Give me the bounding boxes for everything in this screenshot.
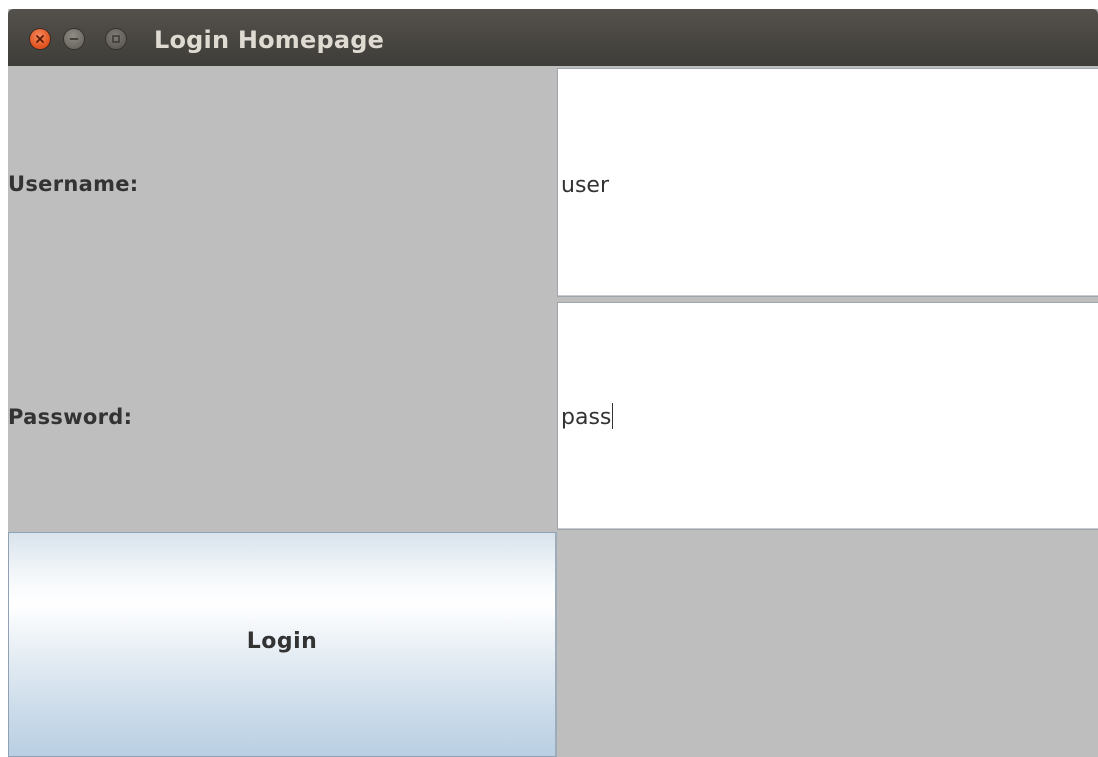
password-value: pass (561, 405, 612, 430)
login-button[interactable]: Login (8, 532, 557, 757)
title-bar[interactable]: Login Homepage (8, 9, 1098, 66)
username-value: user (561, 173, 609, 198)
text-caret (612, 403, 614, 429)
username-label: Username: (8, 172, 139, 196)
login-form: Username: user Password: pass Login (8, 66, 1098, 757)
close-icon (36, 35, 44, 43)
maximize-icon (112, 35, 120, 43)
password-value-wrap: pass (561, 403, 614, 430)
username-field[interactable]: user (557, 68, 1098, 297)
password-label: Password: (8, 405, 133, 429)
window-title: Login Homepage (154, 26, 385, 54)
close-button[interactable] (30, 29, 50, 49)
minimize-icon (69, 38, 79, 40)
login-window: Login Homepage Username: user Password: … (8, 9, 1098, 757)
password-field[interactable]: pass (557, 302, 1098, 530)
minimize-button[interactable] (64, 29, 84, 49)
maximize-button[interactable] (106, 29, 126, 49)
